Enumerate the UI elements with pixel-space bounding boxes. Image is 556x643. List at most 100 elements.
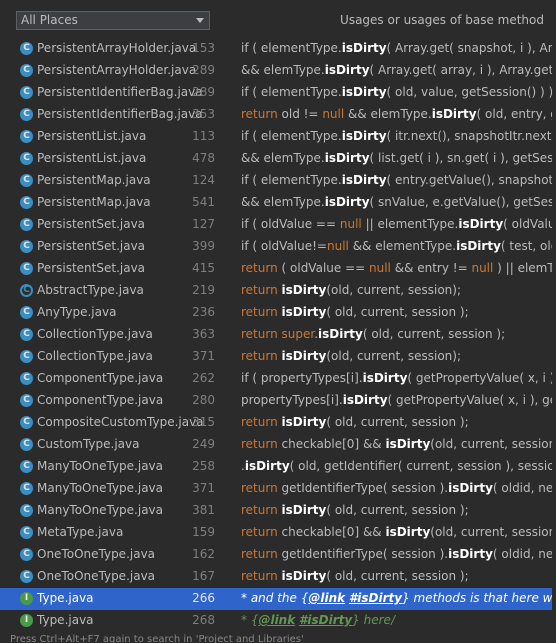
usage-row[interactable]: AnyType.java 236 return isDirty( old, curr… xyxy=(0,302,556,324)
usage-row[interactable]: PersistentSet.java 127 if ( oldValue == nu… xyxy=(0,214,556,236)
code-token: ( old, current, session ); xyxy=(362,327,506,341)
code-token: return xyxy=(241,481,278,495)
code-token: } here/ xyxy=(352,613,395,627)
usage-row[interactable]: ManyToOneType.java 371 return getIdentifie… xyxy=(0,478,556,500)
usage-line-number: 371 xyxy=(192,349,215,363)
code-token: return super xyxy=(241,327,315,341)
search-hint: Press Ctrl+Alt+F7 again to search in 'Pr… xyxy=(0,632,556,643)
usage-code-snippet: return isDirty(old, current, session); xyxy=(241,283,461,297)
usage-line-number: 415 xyxy=(192,261,215,275)
class-icon xyxy=(20,416,33,429)
scrollbar[interactable] xyxy=(552,38,556,628)
code-token: ( old, current, session ); xyxy=(326,569,469,583)
usage-line-number: 262 xyxy=(192,371,215,385)
usage-row[interactable]: CustomType.java 249 return checkable[0] &&… xyxy=(0,434,556,456)
usage-row[interactable]: CollectionType.java 371 return isDirty(old… xyxy=(0,346,556,368)
code-token: if ( propertyTypes[i]. xyxy=(241,371,363,385)
match-highlight: isDirty xyxy=(281,503,327,517)
code-token: return xyxy=(241,503,278,517)
code-token: old != xyxy=(277,107,323,121)
usage-row[interactable]: PersistentMap.java 541 && elemType.isDirty… xyxy=(0,192,556,214)
usage-row[interactable]: PersistentSet.java 399 if ( oldValue!=null… xyxy=(0,236,556,258)
usage-row[interactable]: Type.java 266 * and the {@link #isDirty} m… xyxy=(0,588,556,610)
usage-row[interactable]: PersistentIdentifierBag.java289if ( elem… xyxy=(0,82,556,104)
usage-row[interactable]: MetaType.java 159 return checkable[0] && i… xyxy=(0,522,556,544)
class-icon xyxy=(20,262,33,275)
usage-row[interactable]: CompositeCustomType.java315return isDirt… xyxy=(0,412,556,434)
usage-line-number: 266 xyxy=(192,591,215,605)
code-token: ( old, current, session ); xyxy=(326,503,469,517)
usage-row[interactable]: OneToOneType.java 162 return getIdentifier… xyxy=(0,544,556,566)
usage-code-snippet: return isDirty(old, current, session); xyxy=(241,349,461,363)
usage-file-name: PersistentList.java xyxy=(37,129,147,143)
usage-code-snippet: if ( propertyTypes[i].isDirty( getProper… xyxy=(241,371,556,385)
usage-line-number: 258 xyxy=(192,459,215,473)
code-token: return xyxy=(241,437,278,451)
usage-code-snippet: return getIdentifierType( session ).isDi… xyxy=(241,547,556,561)
code-token: getIdentifierType( session ). xyxy=(277,481,449,495)
match-highlight: isDirty xyxy=(244,459,290,473)
code-token: ( itr.next(), snapshotItr.next(), getS xyxy=(386,129,556,143)
match-highlight: isDirty xyxy=(458,217,504,231)
usage-row[interactable]: PersistentMap.java 124 if ( elementType.is… xyxy=(0,170,556,192)
usage-row[interactable]: ComponentType.java 262 if ( propertyTypes[… xyxy=(0,368,556,390)
usage-line-number: 249 xyxy=(192,437,215,451)
usage-row[interactable]: OneToOneType.java 167 return isDirty( old,… xyxy=(0,566,556,588)
match-highlight: isDirty xyxy=(385,437,431,451)
usage-file-name: PersistentMap.java xyxy=(37,173,151,187)
code-token: return xyxy=(241,349,278,363)
class-icon xyxy=(20,130,33,143)
usage-row[interactable]: CollectionType.java 363 return super.isDir… xyxy=(0,324,556,346)
code-token: if ( elementType. xyxy=(241,173,342,187)
class-icon xyxy=(20,328,33,341)
usage-file-name: ManyToOneType.java xyxy=(37,481,163,495)
match-highlight: isDirty xyxy=(324,195,370,209)
interface-icon xyxy=(20,592,33,605)
usage-row[interactable]: PersistentList.java 478 && elemType.isDirt… xyxy=(0,148,556,170)
usage-code-snippet: if ( oldValue == null || elementType.isD… xyxy=(241,217,556,231)
match-highlight: isDirty xyxy=(342,393,388,407)
usage-code-snippet: if ( oldValue!=null && elementType.isDir… xyxy=(241,239,556,253)
code-token: (old, current, session); xyxy=(326,349,462,363)
usage-file-name: PersistentMap.java xyxy=(37,195,151,209)
usage-row[interactable]: PersistentArrayHolder.java153if ( elemen… xyxy=(0,38,556,60)
code-token: null xyxy=(326,239,349,253)
code-token: #isDirty xyxy=(299,613,353,627)
code-token: ( old, current, session ); xyxy=(326,305,469,319)
usage-row[interactable]: AbstractType.java 219 return isDirty(old, … xyxy=(0,280,556,302)
usage-code-snippet: * {@link #isDirty} here/ xyxy=(241,613,395,627)
usage-row[interactable]: ManyToOneType.java 381 return isDirty( old… xyxy=(0,500,556,522)
class-icon xyxy=(20,372,33,385)
usage-line-number: 268 xyxy=(192,613,215,627)
scope-dropdown[interactable]: All Places xyxy=(16,11,210,30)
usage-file-name: OneToOneType.java xyxy=(37,569,156,583)
usages-toolbar: All Places Usages or usages of base meth… xyxy=(0,0,556,38)
usage-row[interactable]: Type.java 268 * {@link #isDirty} here/ xyxy=(0,610,556,632)
usage-row[interactable]: PersistentIdentifierBag.java353return ol… xyxy=(0,104,556,126)
usage-row[interactable]: ComponentType.java 280 propertyTypes[i].is… xyxy=(0,390,556,412)
usage-file-name: MetaType.java xyxy=(37,525,124,539)
usage-row[interactable]: PersistentArrayHolder.java289&& elemType… xyxy=(0,60,556,82)
code-token: return xyxy=(241,107,278,121)
usage-file-name: ManyToOneType.java xyxy=(37,459,163,473)
usage-line-number: 363 xyxy=(192,327,215,341)
usage-row[interactable]: ManyToOneType.java 258 .isDirty( old, getI… xyxy=(0,456,556,478)
match-highlight: isDirty xyxy=(448,481,493,495)
usage-line-number: 280 xyxy=(192,393,215,407)
code-token: return xyxy=(241,547,278,561)
code-token: && entry != xyxy=(390,261,472,275)
code-token: && elemType. xyxy=(344,107,432,121)
usage-row[interactable]: PersistentSet.java 415 return ( oldValue =… xyxy=(0,258,556,280)
match-highlight: isDirty xyxy=(448,547,493,561)
code-token: return xyxy=(241,569,278,583)
code-token: #isDirty xyxy=(348,591,403,605)
usage-file-name: CollectionType.java xyxy=(37,327,153,341)
usage-file-name: ManyToOneType.java xyxy=(37,503,163,517)
match-highlight: isDirty xyxy=(324,151,370,165)
code-token: ( old, current, session ); xyxy=(326,415,469,429)
usage-code-snippet: if ( elementType.isDirty( Array.get( sna… xyxy=(241,41,556,55)
usage-line-number: 113 xyxy=(192,129,215,143)
usages-popup-title: Usages or usages of base method xyxy=(340,13,544,27)
usage-line-number: 167 xyxy=(192,569,215,583)
usage-row[interactable]: PersistentList.java 113 if ( elementType.i… xyxy=(0,126,556,148)
